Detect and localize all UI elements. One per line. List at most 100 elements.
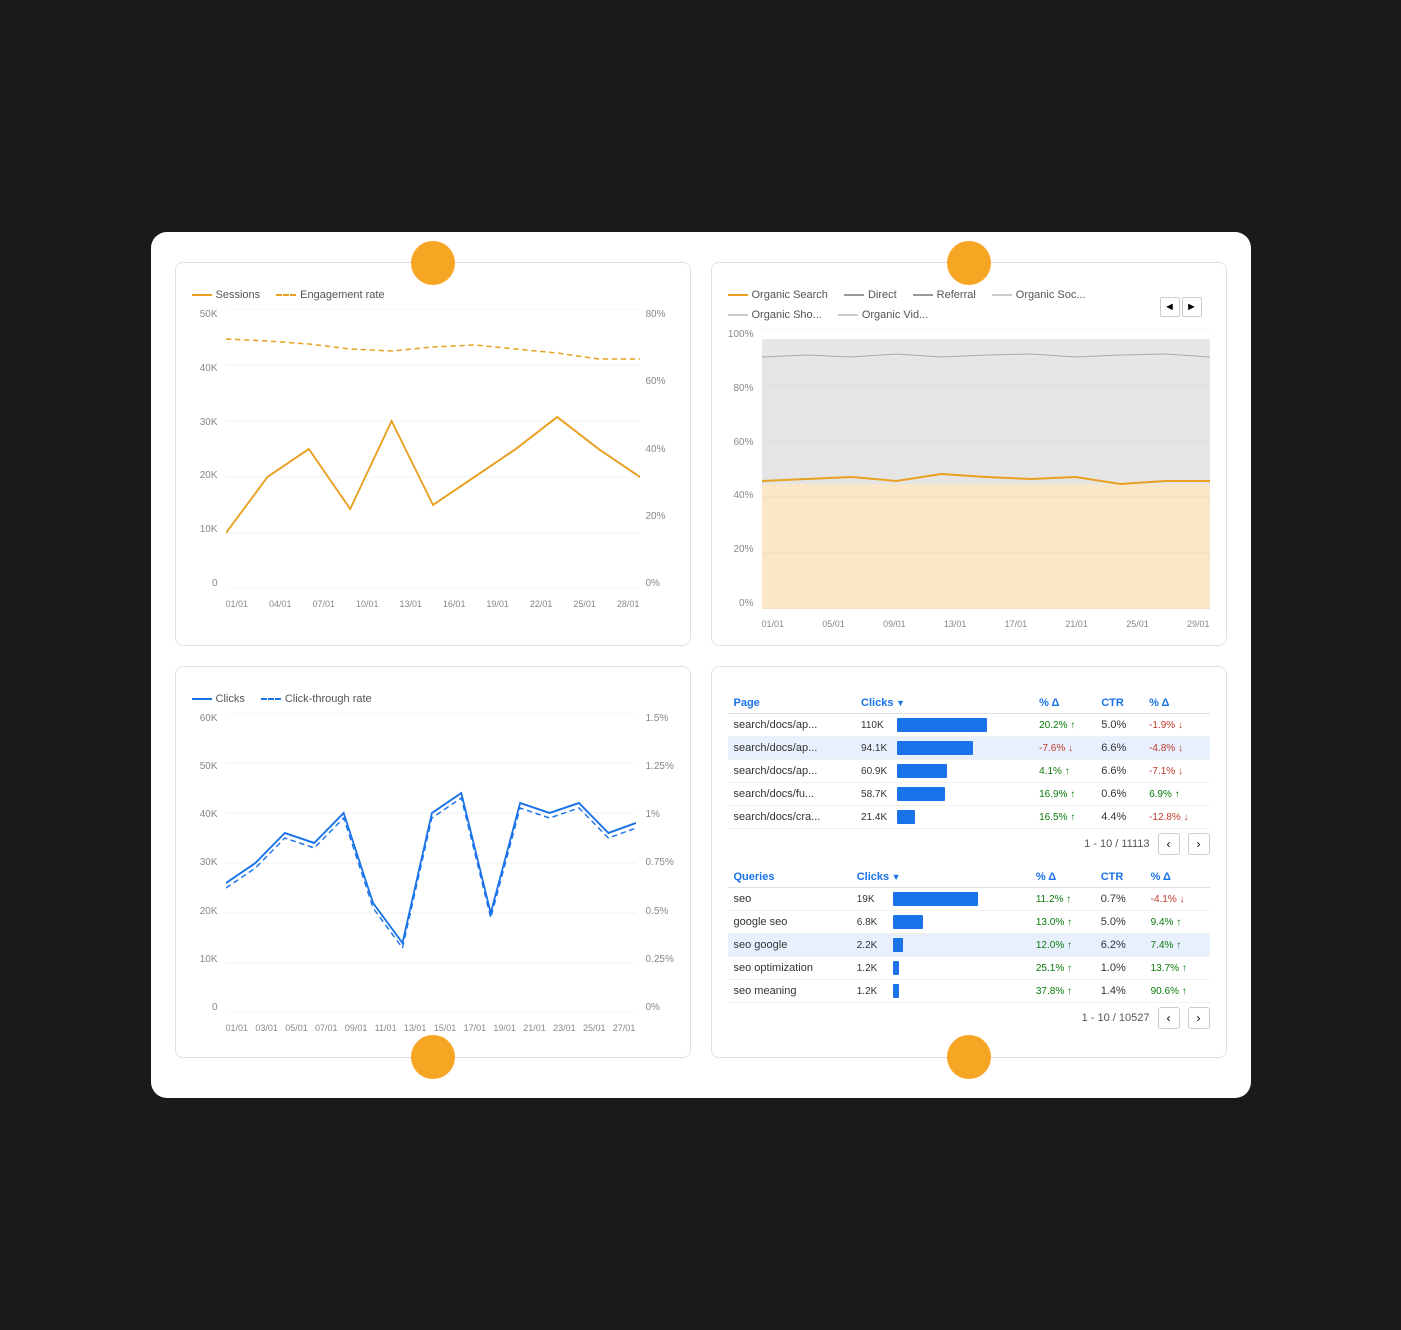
query-delta-pct: 37.8% ↑	[1030, 980, 1095, 1003]
page-name: search/docs/ap...	[728, 737, 856, 760]
panel-top-pages-queries: Page Clicks % Δ CTR % Δ search/docs/ap..…	[711, 666, 1227, 1058]
legend-clicks: Clicks	[192, 693, 245, 705]
pages-next-button[interactable]: ›	[1188, 833, 1210, 855]
svg-panel2	[762, 329, 1210, 609]
queries-prev-button[interactable]: ‹	[1158, 1007, 1180, 1029]
legend-direct: Direct	[844, 289, 897, 301]
chart-clicks-ctr: 60K50K40K30K20K10K0 1.5%1.25%1%0.75%0.5%…	[192, 713, 674, 1033]
queries-col-delta1[interactable]: % Δ	[1030, 867, 1095, 888]
queries-table: Queries Clicks % Δ CTR % Δ seo 19K 11.2%…	[728, 867, 1210, 1003]
chart-nav-next[interactable]: ►	[1182, 297, 1202, 317]
page-delta-pct: -7.6% ↓	[1033, 737, 1095, 760]
page-ctr-delta: -12.8% ↓	[1143, 806, 1209, 829]
panel-organic-sessions: Sessions Engagement rate 50K40K30K20K10K…	[175, 262, 691, 646]
table-row: google seo 6.8K 13.0% ↑ 5.0% 9.4% ↑	[728, 911, 1210, 934]
panel2-legend: Organic Search Direct Referral Organic S…	[728, 289, 1210, 321]
page-ctr: 5.0%	[1095, 714, 1143, 737]
legend-ctr: Click-through rate	[261, 693, 372, 705]
legend-organic-vid: Organic Vid...	[838, 309, 928, 321]
table-row: search/docs/ap... 110K 20.2% ↑ 5.0% -1.9…	[728, 714, 1210, 737]
panel1-legend: Sessions Engagement rate	[192, 289, 674, 301]
queries-col-clicks[interactable]: Clicks	[851, 867, 1030, 888]
y-axis-right-1: 80%60%40%20%0%	[642, 309, 674, 589]
legend-engagement: Engagement rate	[276, 289, 384, 301]
pages-pagination: 1 - 10 / 11113 ‹ ›	[728, 833, 1210, 855]
main-container: Sessions Engagement rate 50K40K30K20K10K…	[151, 232, 1251, 1098]
table-row: search/docs/cra... 21.4K 16.5% ↑ 4.4% -1…	[728, 806, 1210, 829]
page-clicks: 58.7K	[855, 783, 1033, 806]
queries-pagination: 1 - 10 / 10527 ‹ ›	[728, 1007, 1210, 1029]
legend-organic-soc: Organic Soc...	[992, 289, 1086, 301]
queries-col-query[interactable]: Queries	[728, 867, 851, 888]
page-name: search/docs/cra...	[728, 806, 856, 829]
query-ctr-delta: 7.4% ↑	[1145, 934, 1210, 957]
page-ctr: 6.6%	[1095, 737, 1143, 760]
page-delta-pct: 16.5% ↑	[1033, 806, 1095, 829]
pages-prev-button[interactable]: ‹	[1158, 833, 1180, 855]
query-ctr: 5.0%	[1095, 911, 1145, 934]
query-ctr-delta: 90.6% ↑	[1145, 980, 1210, 1003]
panel-organic-traffic: Organic Search Direct Referral Organic S…	[711, 262, 1227, 646]
query-name: seo optimization	[728, 957, 851, 980]
query-ctr: 6.2%	[1095, 934, 1145, 957]
badge-3	[411, 1035, 455, 1079]
chart-organic-sessions: 50K40K30K20K10K0 80%60%40%20%0%	[192, 309, 674, 609]
queries-next-button[interactable]: ›	[1188, 1007, 1210, 1029]
chart-organic-traffic: 100%80%60%40%20%0%	[728, 329, 1210, 629]
query-name: seo google	[728, 934, 851, 957]
page-clicks: 60.9K	[855, 760, 1033, 783]
page-clicks: 110K	[855, 714, 1033, 737]
pages-col-delta1[interactable]: % Δ	[1033, 693, 1095, 714]
legend-organic-search: Organic Search	[728, 289, 828, 301]
legend-referral: Referral	[913, 289, 976, 301]
pages-col-delta2[interactable]: % Δ	[1143, 693, 1209, 714]
query-ctr: 1.0%	[1095, 957, 1145, 980]
query-delta-pct: 12.0% ↑	[1030, 934, 1095, 957]
page-delta-pct: 20.2% ↑	[1033, 714, 1095, 737]
query-name: seo meaning	[728, 980, 851, 1003]
page-name: search/docs/ap...	[728, 760, 856, 783]
pages-col-clicks[interactable]: Clicks	[855, 693, 1033, 714]
chart-nav-prev[interactable]: ◄	[1160, 297, 1180, 317]
y-axis-left-3: 60K50K40K30K20K10K0	[192, 713, 222, 1013]
legend-organic-sho: Organic Sho...	[728, 309, 822, 321]
page-ctr: 6.6%	[1095, 760, 1143, 783]
query-clicks: 2.2K	[851, 934, 1030, 957]
x-axis-1: 01/0104/0107/0110/0113/0116/0119/0122/01…	[226, 599, 640, 609]
queries-table-section: Queries Clicks % Δ CTR % Δ seo 19K 11.2%…	[728, 867, 1210, 1029]
page-clicks: 94.1K	[855, 737, 1033, 760]
query-delta-pct: 11.2% ↑	[1030, 888, 1095, 911]
page-ctr-delta: -7.1% ↓	[1143, 760, 1209, 783]
queries-col-ctr[interactable]: CTR	[1095, 867, 1145, 888]
queries-col-delta2[interactable]: % Δ	[1145, 867, 1210, 888]
pages-col-ctr[interactable]: CTR	[1095, 693, 1143, 714]
query-name: seo	[728, 888, 851, 911]
query-clicks: 6.8K	[851, 911, 1030, 934]
y-axis-left-1: 50K40K30K20K10K0	[192, 309, 222, 589]
query-clicks: 19K	[851, 888, 1030, 911]
panel3-legend: Clicks Click-through rate	[192, 693, 674, 705]
panel-clicks-ctr: Clicks Click-through rate 60K50K40K30K20…	[175, 666, 691, 1058]
page-ctr-delta: -1.9% ↓	[1143, 714, 1209, 737]
page-name: search/docs/fu...	[728, 783, 856, 806]
table-row: search/docs/ap... 94.1K -7.6% ↓ 6.6% -4.…	[728, 737, 1210, 760]
table-row: seo google 2.2K 12.0% ↑ 6.2% 7.4% ↑	[728, 934, 1210, 957]
legend-sessions: Sessions	[192, 289, 261, 301]
page-delta-pct: 16.9% ↑	[1033, 783, 1095, 806]
badge-4	[947, 1035, 991, 1079]
pages-table-section: Page Clicks % Δ CTR % Δ search/docs/ap..…	[728, 693, 1210, 855]
query-ctr: 0.7%	[1095, 888, 1145, 911]
query-name: google seo	[728, 911, 851, 934]
query-delta-pct: 25.1% ↑	[1030, 957, 1095, 980]
page-ctr-delta: -4.8% ↓	[1143, 737, 1209, 760]
x-axis-2: 01/0105/0109/0113/0117/0121/0125/0129/01	[762, 619, 1210, 629]
badge-2	[947, 241, 991, 285]
page-ctr-delta: 6.9% ↑	[1143, 783, 1209, 806]
y-axis-left-2: 100%80%60%40%20%0%	[728, 329, 758, 609]
table-row: search/docs/fu... 58.7K 16.9% ↑ 0.6% 6.9…	[728, 783, 1210, 806]
page-name: search/docs/ap...	[728, 714, 856, 737]
page-ctr: 0.6%	[1095, 783, 1143, 806]
pages-col-page[interactable]: Page	[728, 693, 856, 714]
query-ctr: 1.4%	[1095, 980, 1145, 1003]
chart-nav-2[interactable]: ◄ ►	[1160, 297, 1202, 317]
